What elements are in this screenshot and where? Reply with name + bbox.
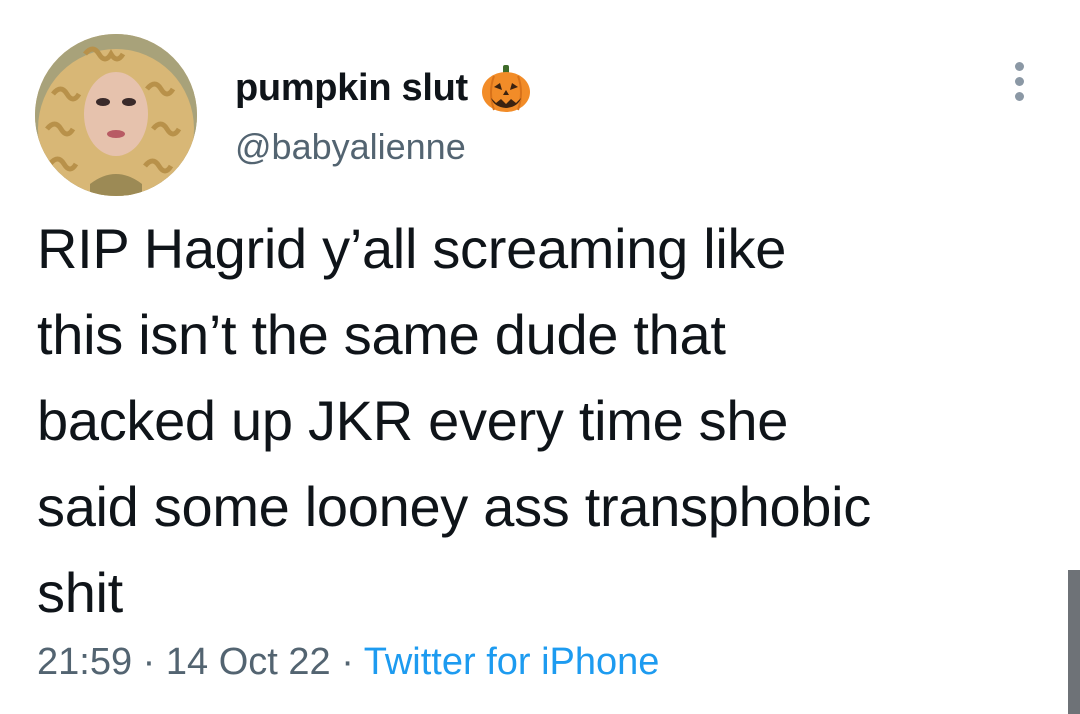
display-name-text: pumpkin slut [235, 66, 468, 109]
avatar[interactable] [35, 34, 197, 196]
meta-separator: · [142, 641, 156, 683]
tweet-text-line: backed up JKR every time she [37, 389, 789, 452]
display-name[interactable]: pumpkin slut [235, 62, 532, 114]
tweet-text-line: RIP Hagrid y’all screaming like [37, 217, 787, 280]
tweet-date[interactable]: 14 Oct 22 [166, 641, 331, 683]
meta-separator: · [341, 641, 354, 683]
tweet-text-line: this isn’t the same dude that [37, 303, 726, 366]
jack-o-lantern-icon [480, 62, 532, 114]
user-handle[interactable]: @babyalienne [235, 126, 466, 168]
scrollbar-thumb[interactable] [1068, 570, 1080, 714]
tweet-text: RIP Hagrid y’all screaming like this isn… [37, 206, 1047, 636]
tweet-time[interactable]: 21:59 [37, 641, 132, 683]
more-options-icon[interactable] [1010, 62, 1030, 102]
tweet-source-link[interactable]: Twitter for iPhone [364, 641, 660, 683]
tweet-text-line: shit [37, 561, 123, 624]
tweet-meta: 21:59 · 14 Oct 22 · Twitter for iPhone [37, 641, 659, 684]
tweet-text-line: said some looney ass transphobic [37, 475, 871, 538]
